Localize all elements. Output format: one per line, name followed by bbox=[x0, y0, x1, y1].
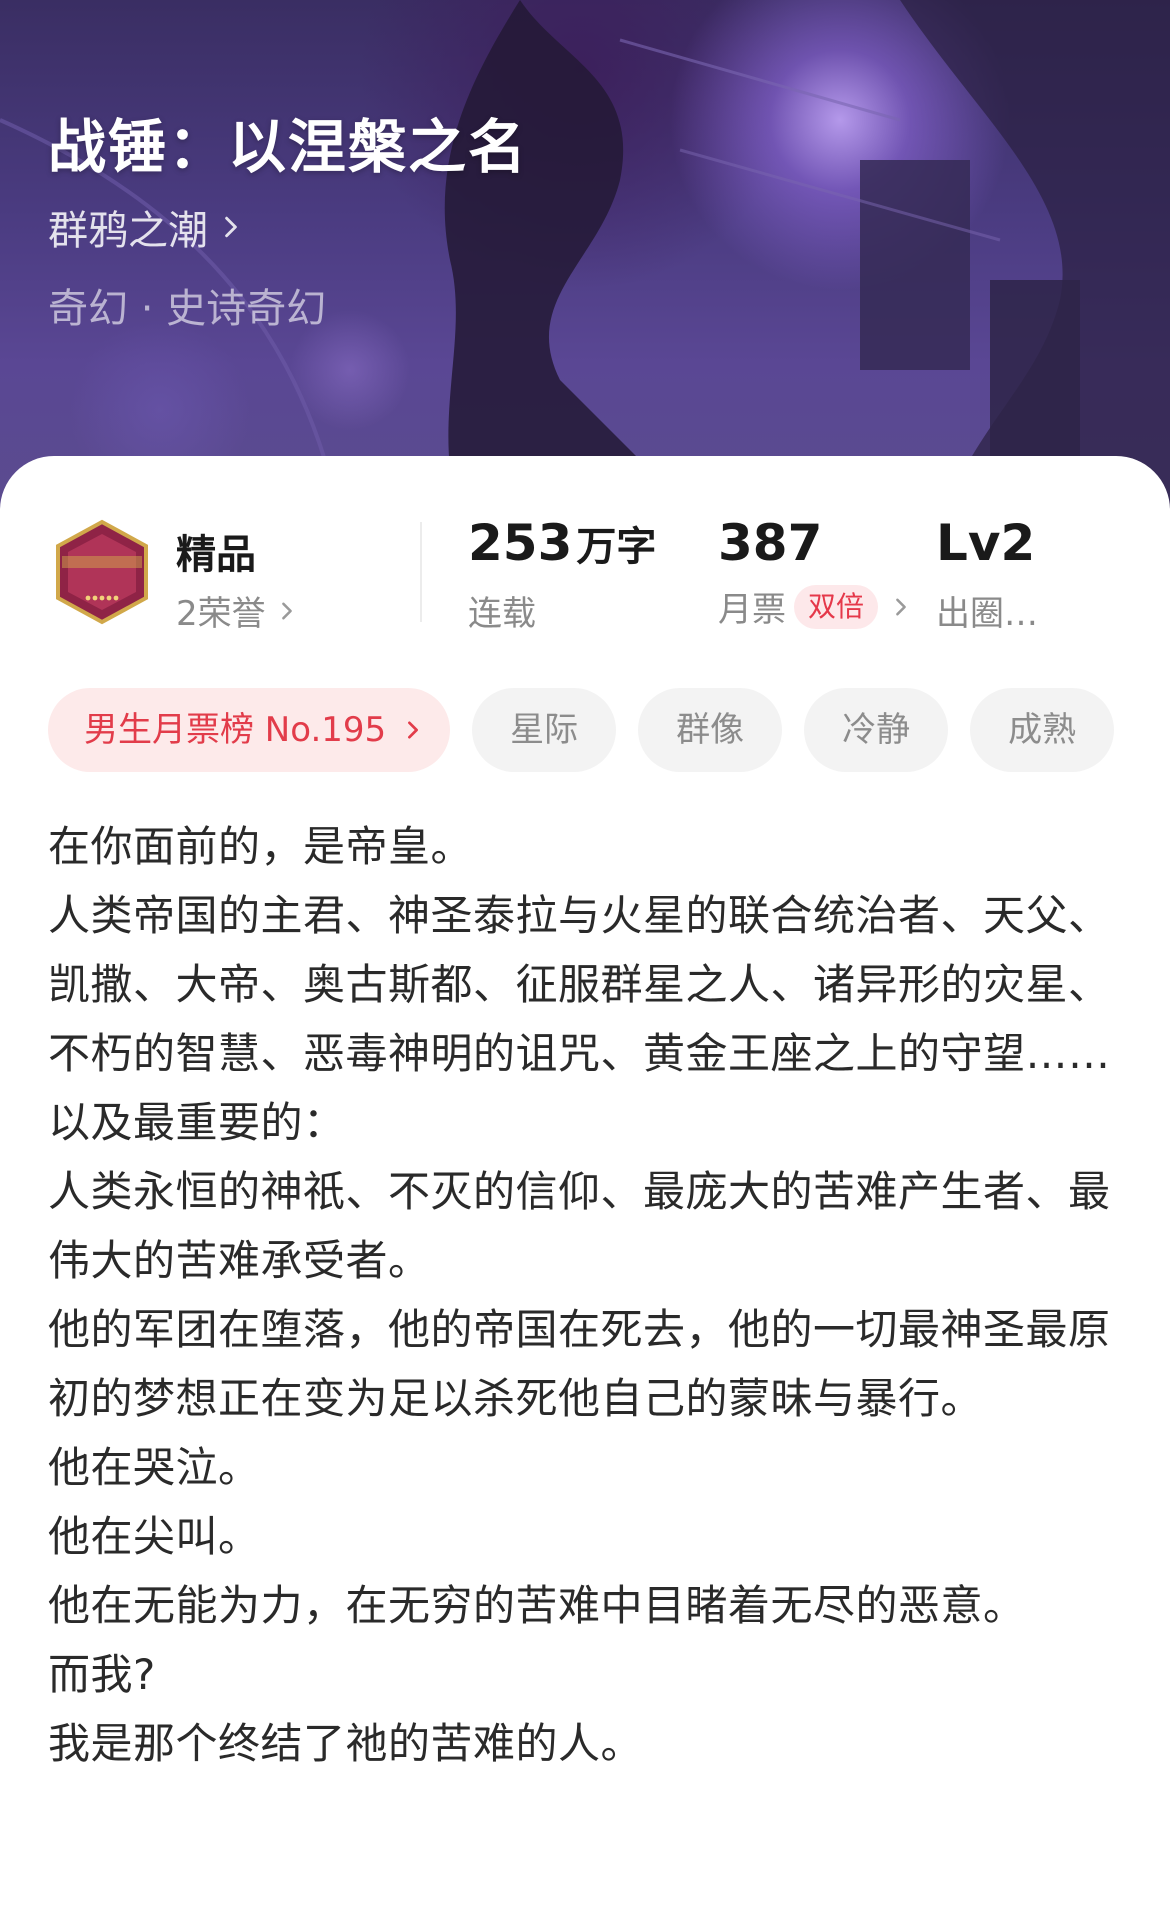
serial-status: 连载 bbox=[468, 594, 536, 634]
chevron-right-icon bbox=[225, 216, 237, 238]
description-line: 他在尖叫。 bbox=[48, 1512, 261, 1561]
ranking-tag[interactable]: 男生月票榜 No.195 bbox=[48, 688, 451, 772]
stats-divider bbox=[420, 522, 422, 622]
tag-item[interactable]: 群像 bbox=[638, 688, 783, 772]
monthly-votes-label: 月票 bbox=[718, 590, 786, 630]
quality-label: 精品 bbox=[176, 532, 256, 578]
book-genre: 奇幻 · 史诗奇幻 bbox=[48, 286, 327, 332]
monthly-votes-value: 387 bbox=[718, 514, 823, 572]
ranking-tag-label: 男生月票榜 No.195 bbox=[84, 710, 387, 750]
honor-count: 2荣誉 bbox=[176, 594, 266, 634]
book-cover-header: 战锤：以涅槃之名 群鸦之潮 奇幻 · 史诗奇幻 bbox=[0, 0, 1170, 520]
level-label[interactable]: 出圈… bbox=[936, 586, 1038, 635]
description-line: 以及最重要的： bbox=[48, 1098, 346, 1147]
cover-art-background bbox=[0, 0, 1170, 520]
tag-item[interactable]: 冷静 bbox=[804, 688, 949, 772]
double-badge: 双倍 bbox=[794, 584, 879, 629]
word-count-unit: 万字 bbox=[576, 524, 657, 570]
book-info-card: 精品 2荣誉 253 万字 连载 387 月票 双倍 Lv2 出圈… 男生月票榜 … bbox=[0, 456, 1170, 1922]
honor-link[interactable]: 2荣誉 bbox=[176, 586, 296, 635]
chevron-right-icon bbox=[281, 602, 292, 619]
word-count-value: 253 bbox=[468, 514, 573, 572]
description-line: 在你面前的，是帝皇。 bbox=[48, 822, 474, 871]
author-name: 群鸦之潮 bbox=[48, 208, 208, 254]
book-description[interactable]: 在你面前的，是帝皇。 人类帝国的主君、神圣泰拉与火星的联合统治者、天父、凯撒、大… bbox=[48, 812, 1128, 1778]
description-line: 我是那个终结了祂的苦难的人。 bbox=[48, 1719, 644, 1768]
tag-row: 男生月票榜 No.195 星际 群像 冷静 成熟 bbox=[48, 688, 1115, 772]
description-line: 人类永恒的神祇、不灭的信仰、最庞大的苦难产生者、最伟大的苦难承受者。 bbox=[48, 1167, 1111, 1285]
description-line: 人类帝国的主君、神圣泰拉与火星的联合统治者、天父、凯撒、大帝、奥古斯都、征服群星… bbox=[48, 891, 1111, 1078]
book-title: 战锤：以涅槃之名 bbox=[48, 113, 529, 181]
jingpin-channel-badge-icon[interactable] bbox=[48, 518, 156, 626]
level-value: Lv2 bbox=[936, 514, 1036, 572]
chevron-right-icon bbox=[896, 598, 906, 615]
chevron-right-icon bbox=[408, 721, 419, 739]
author-link[interactable]: 群鸦之潮 bbox=[48, 198, 242, 256]
description-line: 他在无能为力，在无穷的苦难中目睹着无尽的恶意。 bbox=[48, 1581, 1026, 1630]
description-line: 他在哭泣。 bbox=[48, 1443, 261, 1492]
stats-row: 精品 2荣誉 253 万字 连载 387 月票 双倍 Lv2 出圈… bbox=[0, 456, 1170, 656]
description-line: 而我? bbox=[48, 1650, 156, 1699]
tag-item[interactable]: 成熟 bbox=[970, 688, 1115, 772]
monthly-votes-link[interactable]: 月票 双倍 bbox=[718, 582, 910, 631]
word-count: 253 万字 bbox=[468, 514, 656, 572]
tag-item[interactable]: 星际 bbox=[472, 688, 617, 772]
description-line: 他的军团在堕落，他的帝国在死去，他的一切最神圣最原初的梦想正在变为足以杀死他自己… bbox=[48, 1305, 1111, 1423]
